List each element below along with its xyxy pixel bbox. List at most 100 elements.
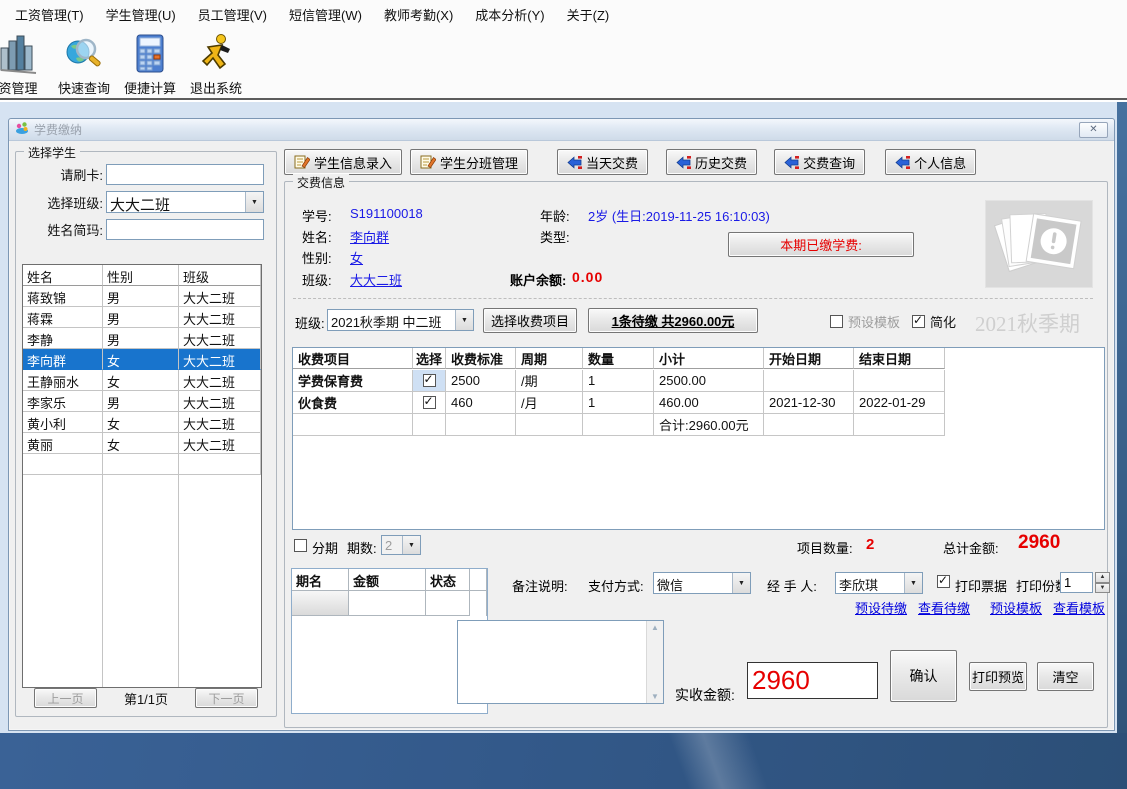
group-label: 交费信息 xyxy=(293,174,349,191)
personal-info-button[interactable]: 个人信息 xyxy=(885,149,976,175)
preset-template-label: 预设模板 xyxy=(848,312,900,331)
view-template-link[interactable]: 查看模板 xyxy=(1053,598,1105,617)
arrow-left-icon xyxy=(784,156,799,169)
col-class: 班级 xyxy=(179,265,261,286)
chevron-down-icon[interactable]: ▼ xyxy=(455,310,473,330)
fee-row-checkbox[interactable] xyxy=(423,374,436,387)
payment-query-button[interactable]: 交费查询 xyxy=(774,149,865,175)
name-value[interactable]: 李向群 xyxy=(350,227,389,246)
arrow-left-icon xyxy=(676,156,691,169)
chevron-down-icon[interactable]: ▼ xyxy=(732,573,750,593)
fee-class-label: 班级: xyxy=(295,313,325,332)
chevron-down-icon[interactable]: ▼ xyxy=(904,573,922,593)
confirm-button[interactable]: 确认 xyxy=(890,650,957,702)
checkbox-icon[interactable] xyxy=(912,315,925,328)
spinner-up-icon[interactable]: ▲ xyxy=(1095,572,1110,583)
toolbar-item-quick-search[interactable]: 快速查询 xyxy=(51,29,117,97)
menu-item-cost[interactable]: 成本分析(Y) xyxy=(464,1,555,28)
remark-textarea[interactable]: ▲ ▼ xyxy=(457,620,664,704)
fee-row-checkbox[interactable] xyxy=(423,396,436,409)
handler-label: 经 手 人: xyxy=(767,576,817,595)
desktop-background xyxy=(1117,102,1127,733)
pagination: 上一页 第1/1页 下一页 xyxy=(22,688,270,708)
fee-class-select[interactable]: 2021秋季期 中二班 ▼ xyxy=(327,309,474,331)
fee-row[interactable]: 伙食费 460 /月 1 460.00 2021-12-30 2022-01-2… xyxy=(293,392,1104,414)
class-select-value: 大大二班 xyxy=(107,192,245,212)
checkbox-icon[interactable] xyxy=(830,315,843,328)
received-amount-input[interactable] xyxy=(747,662,878,699)
balance-value: 0.00 xyxy=(572,269,603,285)
chevron-down-icon[interactable]: ▼ xyxy=(245,192,263,212)
fee-total-row: 合计:2960.00元 xyxy=(293,414,1104,436)
toolbar-item-calculator[interactable]: 便捷计算 xyxy=(117,29,183,97)
today-payment-button[interactable]: 当天交费 xyxy=(557,149,648,175)
gender-value: 女 xyxy=(350,248,363,267)
scroll-down-icon[interactable]: ▼ xyxy=(651,692,659,701)
history-payment-button[interactable]: 历史交费 xyxy=(666,149,757,175)
table-row[interactable]: 黄小利女大大二班 xyxy=(23,412,261,433)
balance-label: 账户余额: xyxy=(510,270,566,289)
periods-select[interactable]: 2 ▼ xyxy=(381,535,421,555)
col-gender: 性别 xyxy=(103,265,179,286)
table-row[interactable]: 王静丽水女大大二班 xyxy=(23,370,261,391)
item-count-label: 项目数量: xyxy=(797,538,853,557)
view-pending-link[interactable]: 查看待缴 xyxy=(918,598,970,617)
menu-item-sms[interactable]: 短信管理(W) xyxy=(278,1,373,28)
student-table-header: 姓名 性别 班级 xyxy=(23,265,261,286)
fee-class-value: 2021秋季期 中二班 xyxy=(328,310,455,330)
col-name: 姓名 xyxy=(23,265,103,286)
table-row[interactable]: 蒋霖男大大二班 xyxy=(23,307,261,328)
close-icon[interactable]: ✕ xyxy=(1079,122,1108,138)
spinner-down-icon[interactable]: ▼ xyxy=(1095,583,1110,594)
table-row[interactable]: 李家乐男大大二班 xyxy=(23,391,261,412)
print-receipt-label: 打印票据 xyxy=(955,576,1007,595)
toolbar-item-salary[interactable]: 资管理 xyxy=(0,29,51,97)
table-row[interactable]: 黄丽女大大二班 xyxy=(23,433,261,454)
prev-page-button[interactable]: 上一页 xyxy=(34,688,97,708)
mdi-area: 学费缴纳 ✕ 选择学生 请刷卡: 选择班级: 大大二班 ▼ xyxy=(0,102,1117,733)
window-icon xyxy=(15,121,29,138)
fee-row[interactable]: 学费保育费 2500 /期 1 2500.00 xyxy=(293,370,1104,392)
name-label: 姓名: xyxy=(302,227,332,246)
copies-input[interactable] xyxy=(1060,572,1093,593)
class-value[interactable]: 大大二班 xyxy=(350,270,402,289)
pending-payment-button[interactable]: 1条待缴 共2960.00元 xyxy=(588,308,758,333)
preset-template-checkbox[interactable]: 预设模板 xyxy=(830,312,900,331)
payment-method-select[interactable]: 微信 ▼ xyxy=(653,572,751,594)
student-entry-button[interactable]: 学生信息录入 xyxy=(284,149,402,175)
menu-item-staff[interactable]: 员工管理(V) xyxy=(187,1,278,28)
preset-template-link[interactable]: 预设模板 xyxy=(990,598,1042,617)
handler-select[interactable]: 李欣琪 ▼ xyxy=(835,572,923,594)
menu-item-about[interactable]: 关于(Z) xyxy=(556,1,621,28)
menu-item-student[interactable]: 学生管理(U) xyxy=(95,1,187,28)
scroll-up-icon[interactable]: ▲ xyxy=(651,623,659,632)
toolbar-item-exit[interactable]: 退出系统 xyxy=(183,29,249,97)
table-row[interactable]: 李静男大大二班 xyxy=(23,328,261,349)
menu-item-salary[interactable]: 工资管理(T) xyxy=(4,1,95,28)
menu-item-attendance[interactable]: 教师考勤(X) xyxy=(373,1,464,28)
print-preview-button[interactable]: 打印预览 xyxy=(969,662,1027,691)
name-pinyin-input[interactable] xyxy=(106,219,264,240)
preset-pending-link[interactable]: 预设待缴 xyxy=(855,598,907,617)
payment-info-group: 交费信息 学号: S191100018 年龄: 2岁 (生日:2019-11-2… xyxy=(284,181,1108,728)
table-row[interactable]: 蒋致锦男大大二班 xyxy=(23,286,261,307)
periods-label: 期数: xyxy=(347,538,377,557)
exit-icon xyxy=(193,31,239,77)
toolbar-item-label: 资管理 xyxy=(0,78,38,97)
group-label: 选择学生 xyxy=(24,144,80,161)
student-assign-button[interactable]: 学生分班管理 xyxy=(410,149,528,175)
window-title-bar: 学费缴纳 ✕ xyxy=(9,119,1114,141)
paid-tuition-button[interactable]: 本期已缴学费: xyxy=(728,232,914,257)
simplified-checkbox[interactable]: 简化 xyxy=(912,312,956,331)
select-fee-items-button[interactable]: 选择收费项目 xyxy=(483,308,577,333)
print-receipt-checkbox[interactable] xyxy=(937,575,950,588)
next-page-button[interactable]: 下一页 xyxy=(195,688,258,708)
menu-bar: 工资管理(T) 学生管理(U) 员工管理(V) 短信管理(W) 教师考勤(X) … xyxy=(0,0,1127,29)
toolbar-item-label: 便捷计算 xyxy=(124,78,176,97)
class-select[interactable]: 大大二班 ▼ xyxy=(106,191,264,213)
swipe-card-input[interactable] xyxy=(106,164,264,185)
scrollbar[interactable]: ▲ ▼ xyxy=(646,621,663,703)
installment-checkbox[interactable] xyxy=(294,539,307,552)
table-row-selected[interactable]: 李向群女大大二班 xyxy=(23,349,261,370)
clear-button[interactable]: 清空 xyxy=(1037,662,1094,691)
